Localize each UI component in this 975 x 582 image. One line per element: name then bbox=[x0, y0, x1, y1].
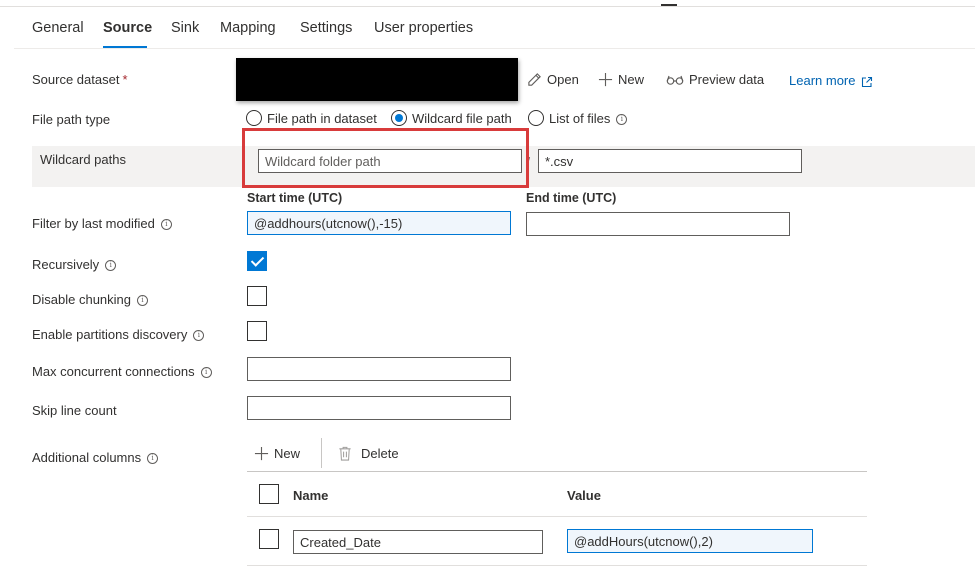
enable-partitions-discovery-label: Enable partitions discovery i bbox=[32, 327, 205, 342]
tab-mapping[interactable]: Mapping bbox=[220, 20, 276, 36]
column-name-input[interactable] bbox=[293, 530, 543, 554]
radio-label-wildcard-file-path: Wildcard file path bbox=[412, 111, 512, 126]
recursively-checkbox[interactable] bbox=[247, 251, 267, 271]
info-icon[interactable]: i bbox=[105, 260, 117, 271]
tab-settings[interactable]: Settings bbox=[300, 20, 352, 36]
info-icon[interactable]: i bbox=[137, 295, 149, 306]
radio-wildcard-file-path[interactable] bbox=[391, 110, 407, 126]
info-icon[interactable]: i bbox=[193, 330, 205, 341]
filter-last-modified-label: Filter by last modified i bbox=[32, 216, 172, 231]
wildcard-file-name-input[interactable] bbox=[538, 149, 802, 173]
radio-file-path-in-dataset[interactable] bbox=[246, 110, 262, 126]
radio-label-list-of-files: List of files i bbox=[549, 111, 628, 126]
trash-icon bbox=[339, 446, 351, 461]
plus-icon bbox=[598, 72, 613, 87]
external-link-icon bbox=[862, 76, 873, 88]
end-time-label: End time (UTC) bbox=[526, 191, 617, 205]
wildcard-paths-label: Wildcard paths bbox=[40, 152, 126, 167]
top-divider bbox=[0, 6, 975, 7]
row-checkbox[interactable] bbox=[259, 529, 279, 549]
skip-line-count-input[interactable] bbox=[247, 396, 511, 420]
grid-header-bottom-border bbox=[247, 516, 867, 517]
start-time-input[interactable] bbox=[247, 211, 511, 235]
select-all-checkbox[interactable] bbox=[259, 484, 279, 504]
toolbar-separator bbox=[321, 438, 322, 468]
start-time-label: Start time (UTC) bbox=[247, 191, 343, 205]
radio-label-file-path-in-dataset: File path in dataset bbox=[267, 111, 377, 126]
learn-more-link[interactable]: Learn more bbox=[789, 73, 873, 88]
plus-icon bbox=[254, 446, 269, 461]
tabs-divider bbox=[14, 48, 975, 49]
preview-data-button[interactable]: Preview data bbox=[666, 72, 764, 87]
tab-sink[interactable]: Sink bbox=[171, 20, 199, 36]
max-concurrent-connections-label: Max concurrent connections i bbox=[32, 364, 212, 379]
highlight-box bbox=[242, 128, 529, 188]
tab-general[interactable]: General bbox=[32, 20, 84, 36]
end-time-input[interactable] bbox=[526, 212, 790, 236]
tab-source[interactable]: Source bbox=[103, 20, 152, 36]
pencil-icon bbox=[528, 73, 541, 86]
required-mark: * bbox=[122, 72, 128, 87]
new-dataset-button[interactable]: New bbox=[598, 72, 644, 87]
additional-columns-label: Additional columns i bbox=[32, 450, 159, 465]
info-icon[interactable]: i bbox=[200, 367, 212, 378]
info-icon[interactable]: i bbox=[147, 453, 159, 464]
source-dataset-select[interactable] bbox=[236, 58, 518, 101]
enable-partitions-discovery-checkbox[interactable] bbox=[247, 321, 267, 341]
disable-chunking-label: Disable chunking i bbox=[32, 292, 149, 307]
info-icon[interactable]: i bbox=[616, 114, 628, 125]
column-header-value: Value bbox=[567, 488, 601, 503]
delete-column-button[interactable]: Delete bbox=[338, 446, 399, 461]
tab-user-properties[interactable]: User properties bbox=[374, 20, 473, 36]
source-dataset-label: Source dataset * bbox=[32, 72, 128, 87]
file-path-type-label: File path type bbox=[32, 112, 111, 127]
column-header-name: Name bbox=[293, 488, 329, 503]
skip-line-count-label: Skip line count bbox=[32, 403, 117, 418]
recursively-label: Recursively i bbox=[32, 257, 117, 272]
disable-chunking-checkbox[interactable] bbox=[247, 286, 267, 306]
max-concurrent-connections-input[interactable] bbox=[247, 357, 511, 381]
collapse-handle[interactable] bbox=[661, 4, 677, 6]
column-value-input[interactable] bbox=[567, 529, 813, 553]
grid-row-border bbox=[247, 565, 867, 566]
info-icon[interactable]: i bbox=[160, 219, 172, 230]
open-button[interactable]: Open bbox=[527, 72, 579, 87]
add-column-button[interactable]: New bbox=[254, 446, 300, 461]
glasses-icon bbox=[666, 75, 684, 85]
radio-list-of-files[interactable] bbox=[528, 110, 544, 126]
grid-header-top-border bbox=[247, 471, 867, 472]
